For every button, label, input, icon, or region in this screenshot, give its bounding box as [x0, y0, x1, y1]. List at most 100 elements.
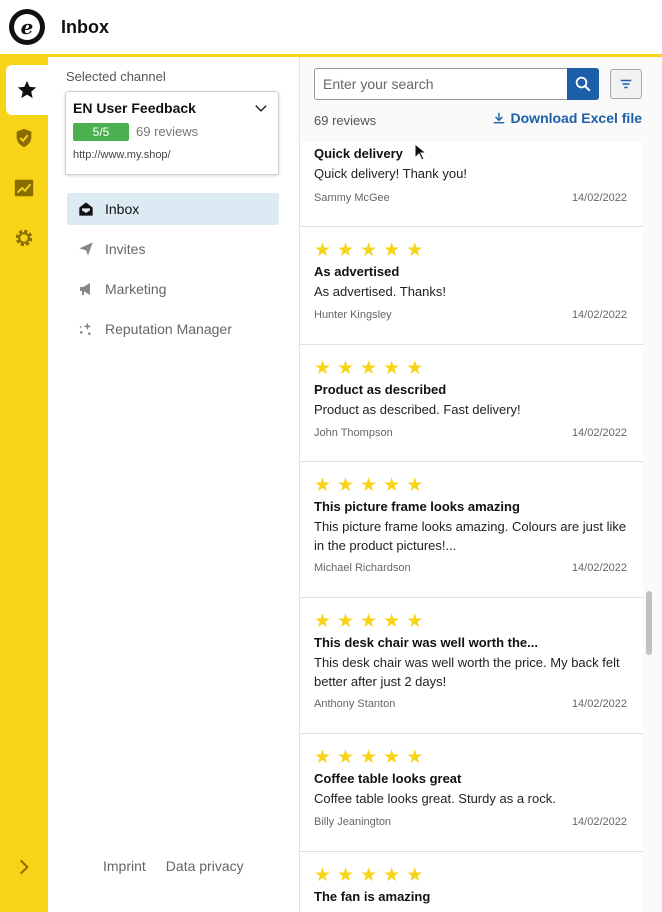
sidebar-item-label: Inbox: [105, 201, 140, 217]
star-rating: ★ ★ ★ ★ ★: [314, 474, 424, 496]
footer-links: Imprint Data privacy: [103, 858, 244, 874]
star-icon: ★: [406, 610, 424, 632]
review-body: Coffee table looks great. Sturdy as a ro…: [314, 791, 556, 806]
star-rating: ★ ★ ★ ★ ★: [314, 864, 423, 886]
review-author: Hunter Kingsley: [314, 309, 392, 321]
star-icon: ★: [383, 610, 401, 632]
review-author: Anthony Stanton: [314, 698, 396, 710]
review-title: Quick delivery: [314, 146, 403, 161]
search-icon: [575, 76, 591, 92]
review-card[interactable]: ★ ★ ★ ★ ★ This desk chair was well worth the…: [300, 598, 643, 734]
gear-icon: [13, 227, 35, 249]
review-date: 14/02/2022: [571, 427, 627, 439]
channel-selector[interactable]: EN User Feedback 5/5 69 reviews http://w…: [65, 91, 279, 175]
review-body: This picture frame looks amazing. Colour…: [314, 519, 627, 553]
star-icon: ★: [337, 239, 355, 261]
review-card[interactable]: ★ ★ ★ ★ ★ As advertised As advertised. Thank…: [300, 227, 643, 345]
star-rating: ★ ★ ★ ★ ★: [314, 239, 424, 261]
channel-sidebar: Selected channel EN User Feedback 5/5 69…: [48, 57, 300, 912]
review-title: As advertised: [314, 264, 400, 279]
review-date: 14/02/2022: [571, 562, 627, 574]
chevron-down-icon: [255, 105, 267, 112]
search-box: [314, 68, 599, 100]
star-icon: ★: [337, 357, 355, 379]
logo-letter: e: [14, 14, 40, 40]
star-icon: ★: [314, 474, 332, 496]
megaphone-icon: [77, 280, 95, 298]
review-card[interactable]: ★ ★ ★ ★ ★ This picture frame looks amazing T…: [300, 462, 643, 598]
selected-channel-label: Selected channel: [66, 69, 166, 84]
star-icon: ★: [314, 239, 332, 261]
review-list-scrollbar[interactable]: [646, 591, 652, 655]
data-privacy-link[interactable]: Data privacy: [166, 858, 244, 874]
review-title: This desk chair was well worth the...: [314, 635, 538, 650]
trusted-shops-logo[interactable]: e: [9, 9, 45, 45]
channel-review-count: 69 reviews: [136, 124, 199, 139]
star-icon: ★: [360, 864, 378, 886]
star-icon: ★: [406, 474, 424, 496]
star-icon: ★: [406, 239, 424, 261]
review-author: Michael Richardson: [314, 562, 411, 574]
review-title: Coffee table looks great: [314, 771, 462, 786]
star-rating: ★ ★ ★ ★ ★: [314, 610, 424, 632]
download-label: Download Excel file: [510, 110, 642, 126]
review-card[interactable]: ★ ★ ★ ★ ★ The fan is amazing: [300, 852, 643, 912]
review-card[interactable]: ★ ★ ★ ★ ★ Product as described Product as de…: [300, 345, 643, 462]
filter-button[interactable]: [610, 69, 642, 99]
sparkle-icon: [77, 320, 95, 338]
icon-rail: [0, 57, 48, 912]
review-date: 14/02/2022: [571, 192, 627, 204]
search-button[interactable]: [567, 68, 599, 100]
review-total: 69 reviews: [314, 113, 377, 128]
channel-url: http://www.my.shop/: [73, 149, 171, 161]
star-icon: ★: [383, 357, 401, 379]
top-bar: e Inbox: [0, 0, 662, 57]
star-icon: ★: [337, 474, 355, 496]
sidebar-item-label: Reputation Manager: [105, 321, 232, 337]
star-icon: ★: [406, 746, 424, 768]
review-list: Quick delivery Quick delivery! Thank you…: [300, 142, 643, 912]
star-icon: ★: [383, 474, 401, 496]
star-icon: ★: [360, 746, 378, 768]
review-author: John Thompson: [314, 427, 393, 439]
review-body: As advertised. Thanks!: [314, 284, 446, 299]
star-icon: ★: [360, 474, 378, 496]
star-icon: ★: [337, 610, 355, 632]
imprint-link[interactable]: Imprint: [103, 858, 146, 874]
shield-check-icon: [13, 127, 35, 149]
page-title: Inbox: [61, 16, 109, 37]
sidebar-item-marketing[interactable]: Marketing: [67, 273, 279, 305]
review-title: The fan is amazing: [314, 889, 431, 904]
star-icon: ★: [360, 239, 378, 261]
sidebar-item-inbox[interactable]: Inbox: [67, 193, 279, 225]
rail-item-analytics[interactable]: [0, 163, 48, 213]
star-icon: ★: [314, 610, 332, 632]
review-title: This picture frame looks amazing: [314, 499, 520, 514]
sidebar-item-label: Invites: [105, 241, 146, 257]
review-date: 14/02/2022: [571, 816, 627, 828]
review-card[interactable]: Quick delivery Quick delivery! Thank you…: [300, 142, 643, 227]
star-icon: ★: [360, 610, 378, 632]
download-icon: [493, 112, 504, 124]
review-body: Quick delivery! Thank you!: [314, 166, 467, 181]
channel-name: EN User Feedback: [73, 100, 196, 116]
search-input[interactable]: [315, 69, 567, 99]
expand-sidebar-button[interactable]: [14, 857, 34, 882]
review-date: 14/02/2022: [571, 698, 627, 710]
rail-item-settings[interactable]: [0, 213, 48, 263]
review-card[interactable]: ★ ★ ★ ★ ★ Coffee table looks great Coffee ta…: [300, 734, 643, 852]
star-icon: [16, 79, 38, 101]
sidebar-item-reputation-manager[interactable]: Reputation Manager: [67, 313, 279, 345]
rail-item-reviews[interactable]: [6, 65, 48, 115]
filter-icon: [620, 79, 632, 89]
rail-item-trustbadge[interactable]: [0, 113, 48, 163]
star-icon: ★: [337, 746, 355, 768]
chart-icon: [13, 177, 35, 199]
download-excel-link[interactable]: Download Excel file: [492, 110, 642, 126]
star-rating: ★ ★ ★ ★ ★: [314, 357, 423, 379]
mouse-cursor-icon: [414, 143, 426, 161]
send-icon: [77, 240, 95, 258]
review-title: Product as described: [314, 382, 447, 397]
sidebar-item-invites[interactable]: Invites: [67, 233, 279, 265]
sidebar-item-label: Marketing: [105, 281, 167, 297]
